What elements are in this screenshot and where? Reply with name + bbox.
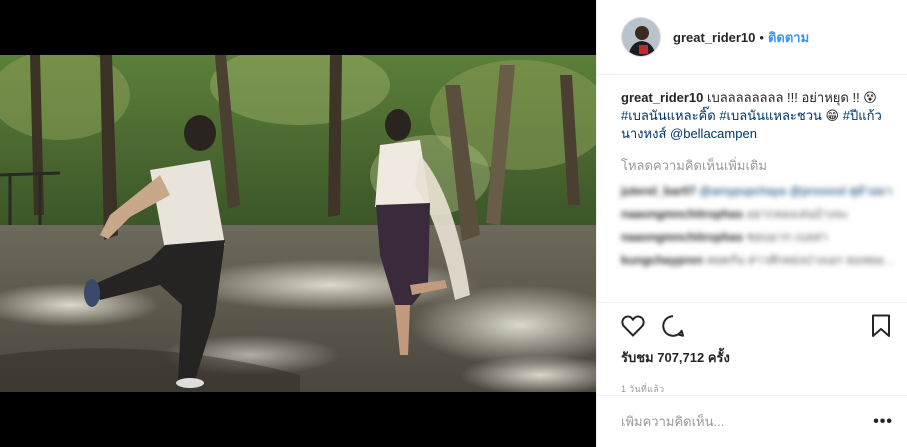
comment-username[interactable]: naaongmnchitrophas [621,230,743,244]
caption-text: เบลลลลลลลล !!! อย่าหยุด !! 😵 [707,90,877,105]
add-comment-bar: ••• [597,395,907,447]
post-caption: great_rider10 เบลลลลลลลล !!! อย่าหยุด !!… [621,89,893,143]
avatar[interactable] [621,17,661,57]
post-side-panel: great_rider10 • ติดตาม great_rider10 เบล… [596,0,907,447]
heart-icon[interactable] [617,310,649,342]
hashtag-link[interactable]: #เบลนันแหละคิ๊ด [621,108,716,123]
post-media [0,0,596,447]
comment-item: kungchaypren หยดกัน สาวสักหย่งปางเอก ธมห… [621,252,893,268]
comment-text: ชอบมาก เบลล่า [746,230,828,244]
comment-item: naaongmnchitrophas อยากลองเล่นบ้างจะ [621,206,893,222]
username-link[interactable]: great_rider10 [673,30,755,45]
comment-text: @amypupchaya @prooood สุดำอยากดต [699,184,893,198]
action-bar [597,303,907,349]
comment-text: หยดกัน สาวสักหย่งปางเอก ธมหยม ... [706,253,893,267]
video-frame [0,55,596,392]
follow-button[interactable]: ติดตาม [768,27,809,48]
caption-username[interactable]: great_rider10 [621,90,703,105]
post-header: great_rider10 • ติดตาม [597,0,907,75]
mention-link[interactable]: @bellacampen [670,126,757,141]
load-more-comments-button[interactable]: โหลดความคิดเห็นเพิ่มเติม [621,155,893,176]
comment-item: naaongmnchitrophas ชอบมาก เบลล่า [621,229,893,245]
add-comment-input[interactable] [621,414,874,429]
bookmark-icon[interactable] [865,310,897,342]
comment-item: juterel_bar07 @amypupchaya @prooood สุดำ… [621,183,893,199]
hashtag-link[interactable]: #เบลนันแหละชวน [719,108,822,123]
post-timestamp[interactable]: 1 วันที่แล้ว [597,382,907,396]
grin-emoji: 😁 [825,108,840,123]
comment-username[interactable]: juterel_bar07 [621,184,696,198]
comments-list: great_rider10 เบลลลลลลลล !!! อย่าหยุด !!… [597,75,907,303]
comment-text: อยากลองเล่นบ้างจะ [746,207,849,221]
video-player[interactable] [0,55,596,392]
comment-icon[interactable] [657,310,689,342]
more-options-icon[interactable]: ••• [873,413,893,431]
comment-username[interactable]: kungchaypren [621,253,703,267]
header-separator: • [759,29,764,45]
avatar-image [622,18,660,56]
view-count: รับชม 707,712 ครั้ง [621,350,730,365]
comment-username[interactable]: naaongmnchitrophas [621,207,743,221]
